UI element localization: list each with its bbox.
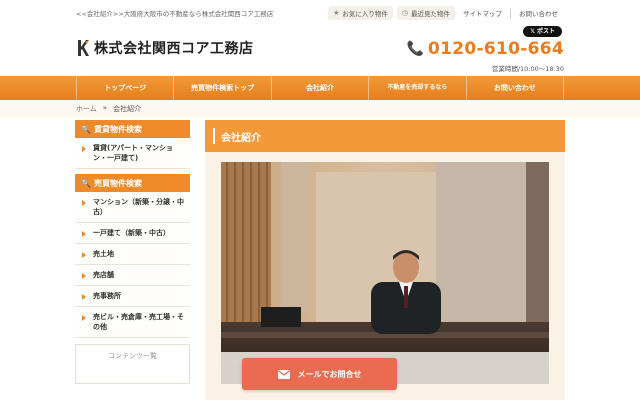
star-icon: ★ xyxy=(333,9,340,17)
nav-item-sell[interactable]: 不動産を売却するなら xyxy=(369,76,467,100)
sitemap-link[interactable]: サイトマップ xyxy=(459,8,506,18)
title-accent xyxy=(213,128,215,144)
business-hours: 営業時間/10:00〜18:30 xyxy=(491,65,564,73)
favorites-link[interactable]: ★ お気に入り物件 xyxy=(328,6,393,20)
breadcrumb: ホーム » 会社紹介 xyxy=(76,104,141,114)
nav-item-company[interactable]: 会社紹介 xyxy=(272,76,370,100)
history-icon: ◷ xyxy=(401,9,408,17)
envelope-icon xyxy=(277,369,290,379)
header-utility-links: ★ お気に入り物件 ◷ 最近見た物件 サイトマップ お問い合わせ xyxy=(328,6,562,20)
sidebar-item-shop[interactable]: 売店舗 xyxy=(75,265,190,286)
sidebar-item-building[interactable]: 売ビル・売倉庫・売工場・その他 xyxy=(75,307,190,338)
sidebar-item-mansion[interactable]: マンション（新築・分譲・中古） xyxy=(75,192,190,223)
search-icon: 🔍 xyxy=(81,124,91,134)
global-nav: トップページ 売買物件検索トップ 会社紹介 不動産を売却するなら お問い合わせ xyxy=(0,76,640,100)
sale-search-heading: 🔍 売買物件検索 xyxy=(75,174,190,192)
mail-inquiry-button[interactable]: メールでお問合せ xyxy=(242,358,397,390)
x-post-button[interactable]: 𝕏 ポスト xyxy=(523,26,562,37)
sale-heading-label: 売買物件検索 xyxy=(93,178,142,188)
office-photo-illustration xyxy=(221,162,549,384)
phone-icon: 📞 xyxy=(406,41,424,57)
logo-mark-icon xyxy=(78,40,89,56)
contact-link[interactable]: お問い合わせ xyxy=(515,8,562,18)
sidebar-item-land[interactable]: 売土地 xyxy=(75,244,190,265)
favorites-label: お気に入り物件 xyxy=(342,10,388,18)
recent-label: 最近見た物件 xyxy=(411,10,450,18)
breadcrumb-home[interactable]: ホーム xyxy=(76,104,97,114)
rental-heading-label: 賃貸物件検索 xyxy=(93,124,142,134)
sidebar-item-house[interactable]: 一戸建て（新築・中古） xyxy=(75,223,190,244)
header-tagline: <<会社紹介>>大阪府大阪市の不動産なら株式会社関西コア工務店 xyxy=(76,10,274,18)
company-president-photo xyxy=(221,162,549,384)
divider xyxy=(510,8,511,18)
sidebar-item-office[interactable]: 売事務所 xyxy=(75,286,190,307)
phone-number[interactable]: 📞 0120-610-664 xyxy=(407,39,564,59)
company-name: 株式会社関西コア工務店 xyxy=(94,41,254,57)
search-icon: 🔍 xyxy=(81,178,91,188)
rental-search-heading: 🔍 賃貸物件検索 xyxy=(75,120,190,138)
nav-item-top[interactable]: トップページ xyxy=(76,76,175,100)
nav-item-contact[interactable]: お問い合わせ xyxy=(467,76,565,100)
page-title: 会社紹介 xyxy=(221,133,261,144)
contents-heading: コンテンツ一覧 xyxy=(108,352,157,360)
phone-number-text: 0120-610-664 xyxy=(428,39,564,59)
sidebar: 🔍 賃貸物件検索 賃貸(アパート・マンション・一戸建て) 🔍 売買物件検索 マン… xyxy=(75,120,190,384)
page-title-bar: 会社紹介 xyxy=(205,120,565,152)
contents-list-box: コンテンツ一覧 xyxy=(75,344,190,384)
breadcrumb-separator: » xyxy=(102,104,108,112)
site-logo[interactable]: 株式会社関西コア工務店 xyxy=(76,38,254,58)
recent-link[interactable]: ◷ 最近見た物件 xyxy=(396,6,455,20)
breadcrumb-current: 会社紹介 xyxy=(113,105,142,113)
mail-inquiry-label: メールでお問合せ xyxy=(297,369,362,379)
nav-item-sale-search[interactable]: 売買物件検索トップ xyxy=(174,76,272,100)
sidebar-item-rental[interactable]: 賃貸(アパート・マンション・一戸建て) xyxy=(75,138,190,169)
